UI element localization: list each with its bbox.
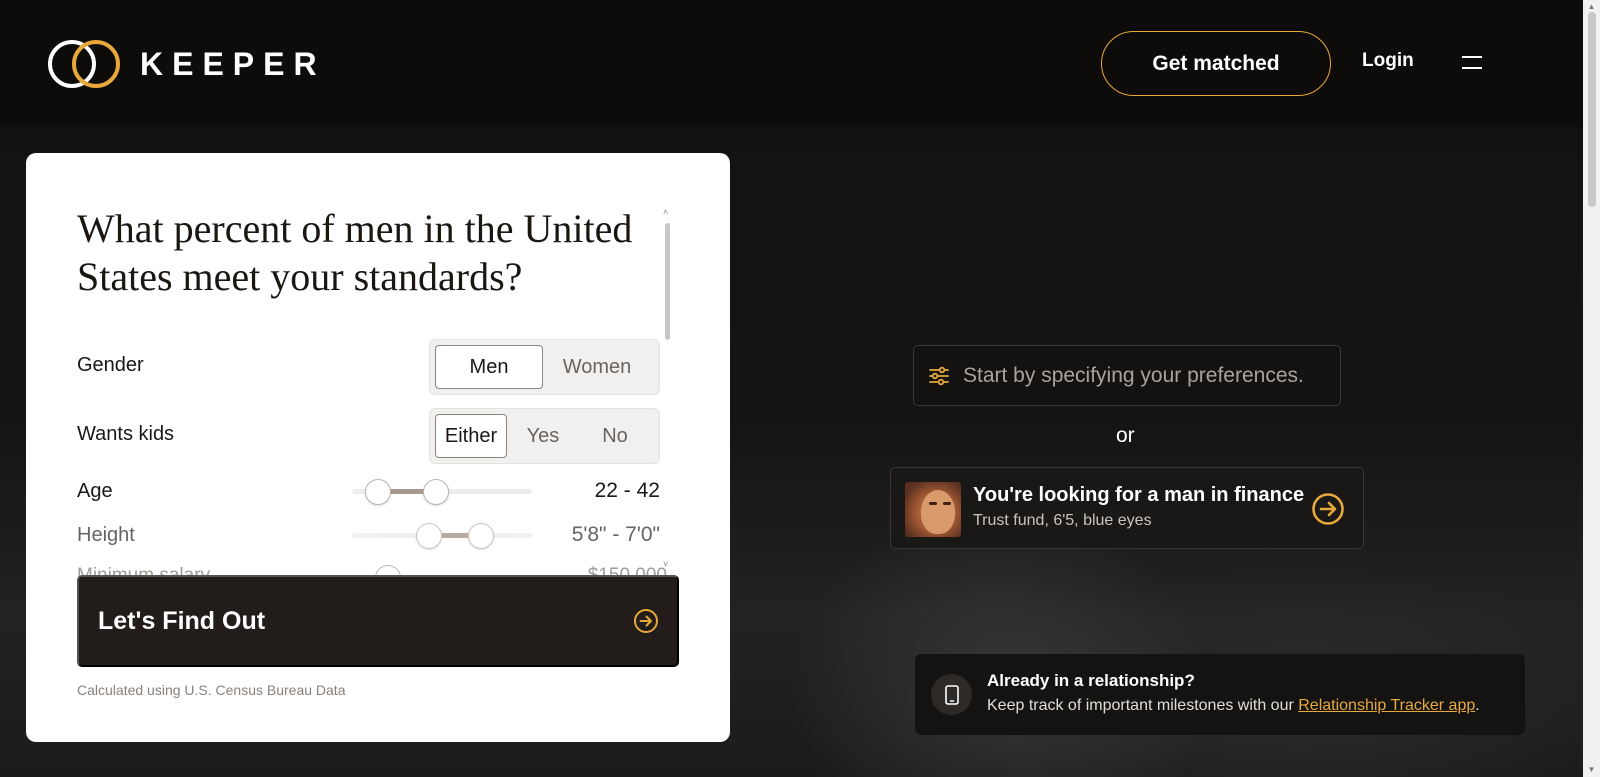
kids-option-either[interactable]: Either bbox=[435, 414, 507, 458]
height-label: Height bbox=[77, 524, 135, 546]
scroll-down-arrow-icon[interactable]: ▼ bbox=[1587, 766, 1596, 774]
gender-toggle: Men Women bbox=[429, 339, 660, 395]
suggestion-avatar bbox=[905, 482, 961, 537]
age-max-handle[interactable] bbox=[423, 479, 449, 505]
gender-option-women[interactable]: Women bbox=[543, 345, 651, 389]
kids-option-yes[interactable]: Yes bbox=[507, 414, 579, 458]
get-matched-button[interactable]: Get matched bbox=[1101, 31, 1331, 96]
age-min-handle[interactable] bbox=[365, 479, 391, 505]
logo[interactable]: KEEPER bbox=[46, 36, 326, 92]
login-link[interactable]: Login bbox=[1362, 50, 1414, 72]
scroll-up-arrow-icon[interactable]: ▲ bbox=[1587, 3, 1596, 11]
age-range-value: 22 - 42 bbox=[594, 479, 660, 502]
avatar-eye bbox=[929, 502, 937, 505]
height-min-handle[interactable] bbox=[416, 523, 442, 549]
page-scroll-thumb[interactable] bbox=[1588, 12, 1596, 207]
brand-name: KEEPER bbox=[140, 45, 326, 82]
lets-find-out-label: Let's Find Out bbox=[98, 606, 266, 635]
relationship-description: Keep track of important milestones with … bbox=[987, 697, 1480, 715]
height-max-handle[interactable] bbox=[468, 523, 494, 549]
suggestion-title: You're looking for a man in finance bbox=[973, 484, 1305, 506]
rings-logo-icon bbox=[48, 40, 120, 88]
height-slider[interactable] bbox=[352, 523, 532, 549]
top-navigation: KEEPER Get matched Login bbox=[0, 0, 1583, 127]
wants-kids-toggle: Either Yes No bbox=[429, 408, 660, 464]
wants-kids-label: Wants kids bbox=[77, 423, 175, 445]
card-scrollbar[interactable]: ˄ ˅ bbox=[663, 207, 671, 613]
suggestion-card[interactable]: You're looking for a man in finance Trus… bbox=[890, 467, 1364, 549]
age-slider[interactable] bbox=[352, 479, 532, 505]
preferences-placeholder: Start by specifying your preferences. bbox=[963, 363, 1304, 387]
standards-calculator-card: What percent of men in the United States… bbox=[26, 153, 730, 742]
gender-option-men[interactable]: Men bbox=[435, 345, 543, 389]
phone-icon-badge bbox=[931, 674, 972, 715]
avatar-eye bbox=[943, 502, 951, 505]
or-divider: or bbox=[1116, 424, 1135, 447]
arrow-circle-right-icon bbox=[634, 609, 658, 633]
suggestion-subtitle: Trust fund, 6'5, blue eyes bbox=[973, 512, 1152, 529]
kids-option-no[interactable]: No bbox=[579, 414, 651, 458]
card-title: What percent of men in the United States… bbox=[77, 206, 633, 299]
relationship-tracker-banner: Already in a relationship? Keep track of… bbox=[915, 654, 1525, 735]
sliders-filter-icon bbox=[929, 366, 949, 385]
relationship-description-end: . bbox=[1475, 697, 1480, 714]
card-scroll-thumb[interactable] bbox=[665, 223, 670, 340]
scroll-up-icon[interactable]: ˄ bbox=[663, 207, 668, 217]
gender-label: Gender bbox=[77, 354, 144, 376]
height-range-value: 5'8" - 7'0" bbox=[571, 523, 660, 546]
lets-find-out-button[interactable]: Let's Find Out bbox=[77, 575, 679, 667]
census-footnote: Calculated using U.S. Census Bureau Data bbox=[77, 682, 346, 698]
hamburger-menu-icon[interactable] bbox=[1462, 54, 1482, 70]
page: KEEPER Get matched Login What percent of… bbox=[0, 0, 1600, 777]
preferences-input[interactable]: Start by specifying your preferences. bbox=[913, 345, 1341, 406]
menu-line bbox=[1462, 56, 1482, 58]
relationship-description-text: Keep track of important milestones with … bbox=[987, 697, 1299, 714]
avatar-face bbox=[921, 490, 955, 534]
menu-line bbox=[1462, 67, 1482, 69]
page-scrollbar[interactable]: ▲ ▼ bbox=[1583, 0, 1600, 777]
arrow-circle-right-icon[interactable] bbox=[1311, 492, 1345, 526]
phone-icon bbox=[944, 684, 959, 705]
relationship-heading: Already in a relationship? bbox=[987, 671, 1195, 690]
relationship-tracker-link[interactable]: Relationship Tracker app bbox=[1298, 697, 1475, 714]
age-label: Age bbox=[77, 480, 113, 502]
